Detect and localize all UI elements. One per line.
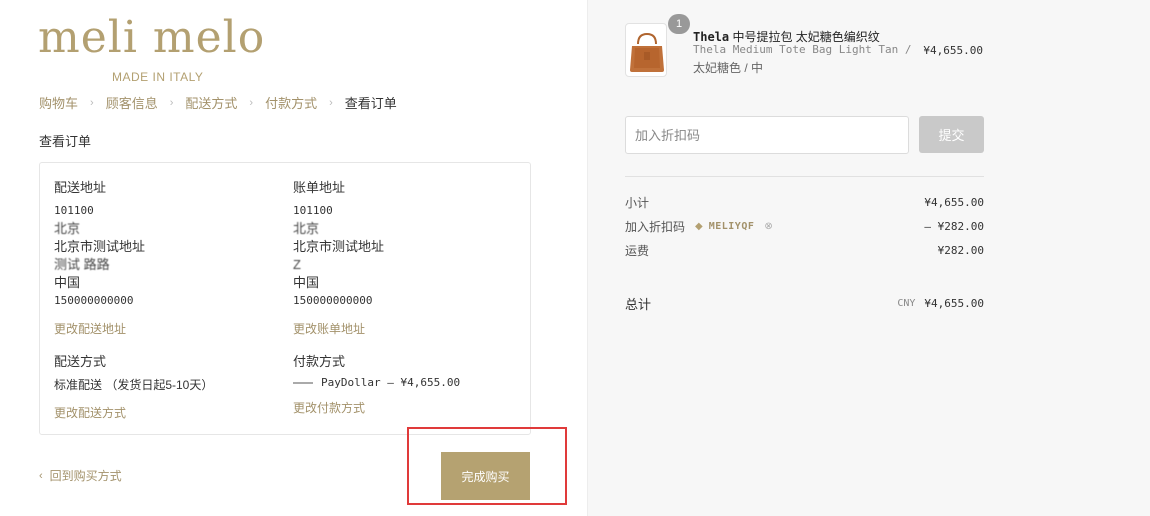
change-billing-address-link[interactable]: 更改账单地址 <box>293 320 384 337</box>
product-thumbnail <box>625 23 667 77</box>
product-variant-en: Thela Medium Tote Bag Light Tan / <box>693 43 912 56</box>
section-title: 查看订单 <box>39 134 92 149</box>
change-shipping-method-link[interactable]: 更改配送方式 <box>54 404 213 421</box>
shipping-phone: 150000000000 <box>54 294 134 307</box>
billing-phone: 150000000000 <box>293 294 373 307</box>
billing-address-2: Z <box>293 257 301 272</box>
shipping-postcode: 101100 <box>54 204 94 217</box>
product-name-en: Thela <box>693 30 730 44</box>
shipping-method-heading: 配送方式 <box>54 354 107 369</box>
shipping-method-block: 配送方式 标准配送 （发货日起5-10天） 更改配送方式 <box>54 351 213 421</box>
product-variant-cn: 太妃糖色 / 中 <box>693 61 764 75</box>
shipping-method-value: 标准配送 （发货日起5-10天） <box>54 378 214 392</box>
total-amount: CNY ¥4,655.00 <box>897 297 984 310</box>
brand-tagline: MADE IN ITALY <box>112 70 204 84</box>
billing-country: 中国 <box>293 275 320 290</box>
highlight-box <box>407 427 567 505</box>
payment-method-heading: 付款方式 <box>293 354 346 369</box>
breadcrumb-cart[interactable]: 购物车 <box>39 93 78 112</box>
remove-discount-icon[interactable]: ⊗ <box>764 221 772 232</box>
shipping-label: 运费 <box>625 244 650 258</box>
total-value: ¥4,655.00 <box>924 297 984 310</box>
breadcrumb-payment-method[interactable]: 付款方式 <box>265 93 317 112</box>
subtotal-label: 小计 <box>625 196 650 210</box>
total-currency: CNY <box>897 298 916 309</box>
payment-method-value: PayDollar — ¥4,655.00 <box>321 376 461 389</box>
order-review-box: 配送地址 101100 北京 北京市测试地址 测试 路路 中国 15000000… <box>39 162 531 435</box>
breadcrumb-review-order: 查看订单 <box>344 96 397 111</box>
brand-logo[interactable]: meli melo <box>38 10 265 66</box>
order-summary-sidebar: 1 Thela 中号提拉包 太妃糖色编织纹 Thela Medium Tote … <box>587 0 1150 516</box>
subtotal-row: 小计 ¥4,655.00 <box>625 194 984 211</box>
discount-value: – ¥282.00 <box>924 220 984 233</box>
billing-postcode: 101100 <box>293 204 333 217</box>
billing-address-heading: 账单地址 <box>293 180 346 195</box>
quantity-badge: 1 <box>668 14 690 34</box>
chevron-right-icon: › <box>249 96 254 109</box>
product-price: ¥4,655.00 <box>923 44 983 57</box>
divider <box>625 176 984 177</box>
shipping-address-2: 测试 路路 <box>54 257 110 272</box>
billing-city: 北京 <box>293 221 320 236</box>
chevron-left-icon: ‹ <box>39 469 43 482</box>
total-row: 总计 CNY ¥4,655.00 <box>625 294 984 313</box>
shipping-row: 运费 ¥282.00 <box>625 242 984 259</box>
billing-address-block: 账单地址 101100 北京 北京市测试地址 Z 中国 150000000000… <box>293 177 384 337</box>
checkout-main: meli melo MADE IN ITALY 购物车 › 顾客信息 › 配送方… <box>0 0 587 516</box>
credit-card-icon <box>293 381 313 384</box>
submit-discount-button[interactable]: 提交 <box>919 116 984 153</box>
shipping-city: 北京 <box>54 221 81 236</box>
chevron-right-icon: › <box>90 96 94 109</box>
payment-method-block: 付款方式 PayDollar — ¥4,655.00 更改付款方式 <box>293 351 460 416</box>
shipping-country: 中国 <box>54 275 81 290</box>
product-name-cn: 中号提拉包 太妃糖色编织纹 <box>729 30 880 44</box>
total-label: 总计 <box>625 297 652 312</box>
chevron-right-icon: › <box>169 96 174 109</box>
change-shipping-address-link[interactable]: 更改配送地址 <box>54 320 145 337</box>
shipping-address-heading: 配送地址 <box>54 180 107 195</box>
breadcrumb-shipping-method[interactable]: 配送方式 <box>185 93 237 112</box>
breadcrumb: 购物车 › 顾客信息 › 配送方式 › 付款方式 › 查看订单 <box>39 93 397 112</box>
discount-code-input[interactable] <box>625 116 909 154</box>
chevron-right-icon: › <box>329 96 333 109</box>
billing-street: 北京市测试地址 <box>293 239 385 254</box>
discount-row: 加入折扣码 ◆ MELIYQF ⊗ – ¥282.00 <box>625 218 984 235</box>
tag-icon: ◆ <box>695 221 703 232</box>
change-payment-method-link[interactable]: 更改付款方式 <box>293 399 460 416</box>
discount-code: MELIYQF <box>708 221 755 232</box>
subtotal-value: ¥4,655.00 <box>924 196 984 209</box>
tote-bag-icon <box>630 32 664 72</box>
back-link-label: 回到购买方式 <box>49 469 122 483</box>
shipping-street: 北京市测试地址 <box>54 239 146 254</box>
discount-label: 加入折扣码 <box>625 220 686 234</box>
back-to-payment-link[interactable]: ‹ 回到购买方式 <box>39 467 122 484</box>
shipping-value: ¥282.00 <box>937 244 984 257</box>
shipping-address-block: 配送地址 101100 北京 北京市测试地址 测试 路路 中国 15000000… <box>54 177 145 337</box>
breadcrumb-customer-info[interactable]: 顾客信息 <box>106 93 158 112</box>
payment-method-line: PayDollar — ¥4,655.00 <box>293 376 460 389</box>
